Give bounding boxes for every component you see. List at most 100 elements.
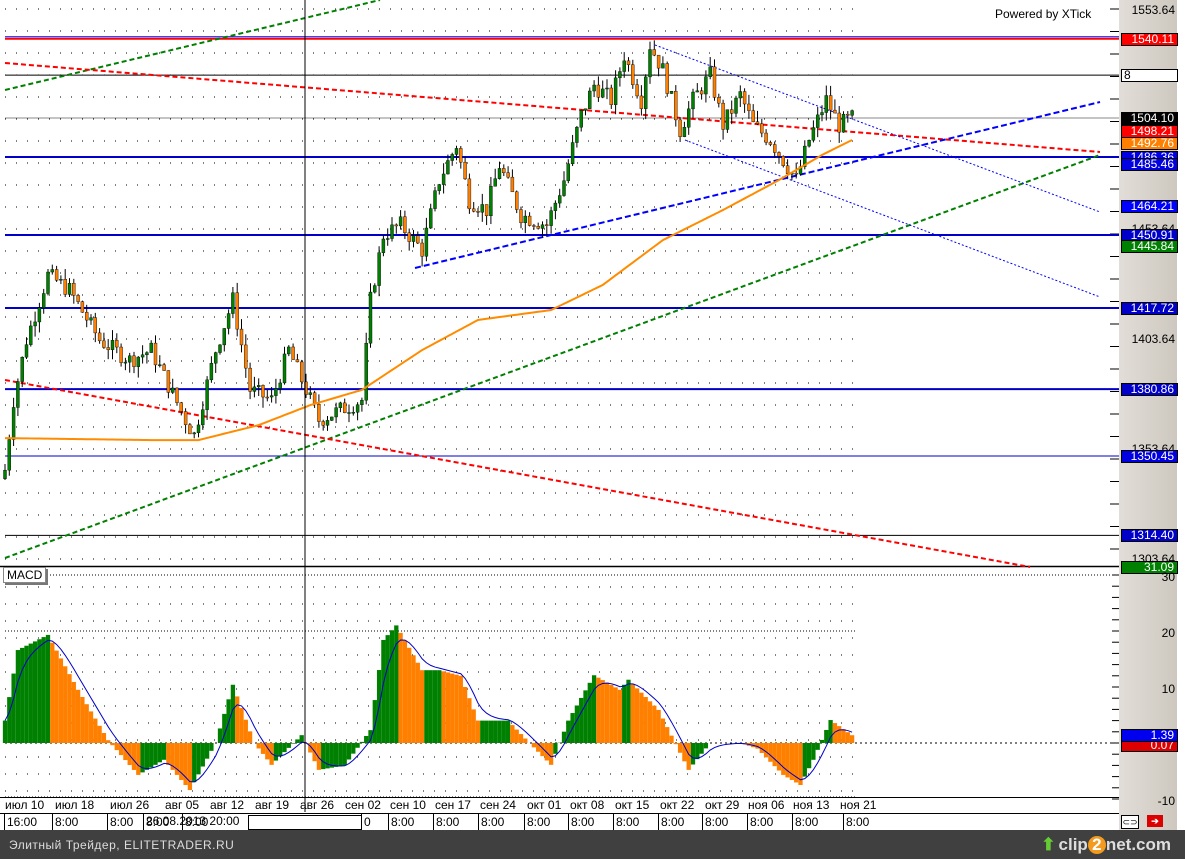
candle-body bbox=[785, 165, 790, 175]
candle-body bbox=[841, 113, 846, 133]
macd-bar bbox=[37, 639, 42, 743]
candle-body bbox=[222, 328, 227, 346]
macd-bar bbox=[136, 743, 141, 775]
candle-body bbox=[269, 395, 274, 398]
candle-body bbox=[837, 112, 841, 133]
candle-body bbox=[618, 71, 622, 79]
macd-bar bbox=[166, 743, 171, 765]
candle-body bbox=[115, 340, 119, 348]
candle-body bbox=[613, 77, 618, 105]
time-label: 8:00 bbox=[702, 814, 728, 830]
candle-body bbox=[824, 95, 828, 113]
candle-body bbox=[192, 432, 196, 435]
date-label: авг 05 bbox=[165, 798, 200, 812]
time-label: 8:00 bbox=[388, 814, 414, 830]
candle-body bbox=[244, 344, 248, 369]
candle-body bbox=[601, 88, 605, 98]
candle-body bbox=[398, 216, 403, 227]
candle-body bbox=[648, 49, 652, 78]
price-marker: 1485.46 bbox=[1121, 157, 1178, 171]
macd-bar bbox=[41, 637, 46, 743]
trend-line bbox=[684, 139, 1101, 298]
date-label: ноя 06 bbox=[748, 798, 785, 812]
time-label: 8:00 bbox=[524, 814, 550, 830]
candle-body bbox=[166, 370, 171, 393]
candle-body bbox=[747, 103, 751, 111]
macd-bar bbox=[290, 743, 296, 744]
macd-bar bbox=[656, 709, 661, 743]
macd-bar bbox=[523, 738, 528, 743]
exit-icon[interactable]: ➔ bbox=[1147, 815, 1163, 827]
candle-body bbox=[11, 407, 16, 440]
date-label: окт 22 bbox=[660, 798, 695, 812]
candle-body bbox=[699, 90, 704, 95]
macd-bar bbox=[204, 743, 210, 759]
candle-body bbox=[205, 379, 209, 410]
macd-bar bbox=[579, 697, 584, 743]
macd-label[interactable]: MACD bbox=[3, 567, 47, 583]
candle-body bbox=[132, 355, 136, 367]
candle-body bbox=[760, 123, 764, 134]
macd-bar bbox=[806, 743, 812, 769]
candle-body bbox=[140, 354, 145, 358]
macd-bar bbox=[484, 720, 489, 743]
macd-bar bbox=[690, 743, 696, 765]
candle-body bbox=[691, 91, 695, 110]
clip2net-logo[interactable]: ⬆ clip 2 net.com bbox=[1041, 835, 1171, 855]
macd-bar bbox=[475, 720, 481, 743]
candle-body bbox=[386, 238, 390, 240]
link-icon[interactable]: ⊂⊃ bbox=[1121, 815, 1139, 829]
candle-body bbox=[20, 357, 24, 382]
macd-bar bbox=[639, 692, 644, 743]
macd-bar bbox=[652, 705, 657, 743]
candle-body bbox=[381, 238, 386, 253]
candle-body bbox=[351, 412, 355, 414]
candle-body bbox=[390, 224, 394, 239]
candle-body bbox=[717, 97, 721, 104]
candle-body bbox=[93, 317, 98, 334]
macd-bar bbox=[604, 682, 610, 743]
candle-body bbox=[257, 385, 261, 388]
macd-bar bbox=[462, 687, 468, 743]
date-label: авг 26 bbox=[300, 798, 335, 812]
candle-body bbox=[209, 363, 214, 381]
brand-a: clip bbox=[1058, 835, 1088, 854]
macd-bar bbox=[88, 711, 94, 743]
price-marker: 8 bbox=[1121, 69, 1178, 83]
candle-body bbox=[67, 283, 72, 295]
macd-bar bbox=[699, 743, 704, 754]
candle-body bbox=[179, 402, 184, 412]
candle-body bbox=[59, 279, 63, 281]
macd-bar bbox=[192, 743, 197, 783]
candle-body bbox=[450, 154, 454, 161]
macd-bar bbox=[480, 720, 485, 743]
candle-body bbox=[394, 224, 398, 227]
date-axis: июл 10 июл 18 июл 26 авг 05 авг 12 авг 19 авг … bbox=[0, 798, 1119, 813]
macd-bar bbox=[673, 743, 678, 745]
candle-body bbox=[278, 382, 282, 389]
brand-c: net.com bbox=[1105, 835, 1171, 854]
candle-body bbox=[127, 355, 132, 363]
macd-bar bbox=[342, 743, 347, 766]
candle-body bbox=[583, 108, 588, 111]
candle-body bbox=[416, 235, 420, 244]
candle-body bbox=[239, 328, 244, 346]
candle-body bbox=[433, 190, 437, 209]
price-chart[interactable] bbox=[0, 0, 1119, 830]
candle-body bbox=[33, 321, 37, 327]
candle-body bbox=[110, 340, 115, 350]
candle-body bbox=[794, 172, 798, 175]
macd-bar bbox=[45, 634, 51, 743]
time-label: 8:00 bbox=[478, 814, 504, 830]
macd-bar bbox=[703, 743, 709, 749]
date-label: июл 10 bbox=[5, 798, 45, 812]
candle-body bbox=[175, 387, 179, 403]
candle-body bbox=[282, 353, 287, 384]
trend-line bbox=[4, 62, 1101, 153]
macd-bar bbox=[20, 647, 25, 743]
candle-body bbox=[321, 421, 325, 426]
macd-bar bbox=[544, 743, 549, 761]
macd-bar bbox=[247, 731, 253, 743]
macd-bar bbox=[600, 680, 605, 743]
macd-bar bbox=[71, 681, 76, 743]
